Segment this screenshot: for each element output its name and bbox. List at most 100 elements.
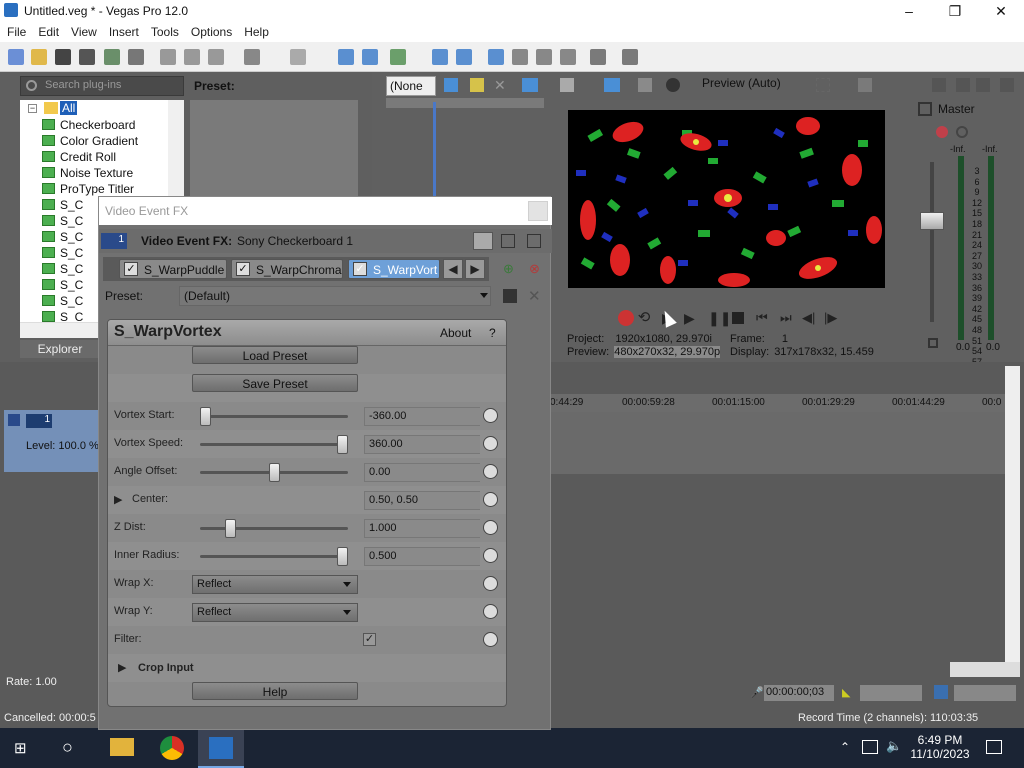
master-fx-icon[interactable]: [936, 126, 948, 138]
track-level[interactable]: Level: 100.0 %: [26, 440, 99, 452]
master-routing-icon[interactable]: [956, 78, 970, 92]
plugin-item[interactable]: S_C: [42, 246, 83, 260]
previous-frame-icon[interactable]: ◀|: [802, 310, 818, 326]
record-icon[interactable]: [618, 310, 634, 326]
show-hidden-icons[interactable]: ⌃: [840, 740, 850, 754]
go-to-end-icon[interactable]: ⏭: [780, 310, 796, 326]
z-dist-knob[interactable]: [224, 519, 236, 538]
ignore-grouping-icon[interactable]: [488, 49, 504, 65]
timeline-vertical-scrollbar[interactable]: [1005, 366, 1020, 664]
menu-insert[interactable]: Insert: [102, 22, 144, 39]
vegas-taskbar-button[interactable]: [198, 728, 244, 768]
master-fader[interactable]: [920, 212, 944, 230]
redo-icon[interactable]: [290, 49, 306, 65]
selection-icon[interactable]: [536, 49, 552, 65]
whats-this-help-icon[interactable]: [622, 49, 638, 65]
filter-checkbox[interactable]: ✓: [363, 633, 376, 646]
center-expand-icon[interactable]: ▶: [114, 493, 122, 506]
fx-close-button[interactable]: [528, 201, 548, 221]
help-button[interactable]: Help: [192, 682, 358, 700]
trimmer-tool-icon[interactable]: [444, 78, 458, 92]
crop-input-expand-icon[interactable]: ▶: [118, 661, 126, 674]
plugin-item[interactable]: S_C: [42, 230, 83, 244]
menu-edit[interactable]: Edit: [31, 22, 64, 39]
vortex-speed-slider[interactable]: [200, 443, 348, 446]
inner-radius-keyframe-icon[interactable]: [483, 548, 498, 563]
plugin-item[interactable]: Color Gradient: [42, 134, 138, 148]
chain-fx-warp-vortex[interactable]: ✓ S_WarpVort: [348, 259, 440, 279]
chain-fx-warp-puddle[interactable]: ✓ S_WarpPuddle: [119, 259, 227, 279]
timeline-track-area[interactable]: [550, 412, 1006, 474]
track-header[interactable]: 1 Level: 100.0 %: [4, 410, 109, 472]
remove-plugin-icon[interactable]: ⊗: [529, 261, 545, 277]
delete-preset-icon[interactable]: ✕: [528, 287, 544, 305]
menu-tools[interactable]: Tools: [144, 22, 184, 39]
help-question-button[interactable]: ?: [489, 326, 496, 340]
z-dist-value[interactable]: 1.000: [364, 519, 480, 538]
wrap-y-keyframe-icon[interactable]: [483, 604, 498, 619]
snapping-icon[interactable]: [390, 49, 406, 65]
plugin-item[interactable]: S_C: [42, 214, 83, 228]
vortex-start-keyframe-icon[interactable]: [483, 408, 498, 423]
next-frame-icon[interactable]: |▶: [824, 310, 840, 326]
plugin-item[interactable]: S_C: [42, 294, 83, 308]
plugin-item[interactable]: S_C: [42, 278, 83, 292]
wrap-x-keyframe-icon[interactable]: [483, 576, 498, 591]
trimmer-marker-icon[interactable]: [470, 78, 484, 92]
fx-preset-dropdown-arrow-icon[interactable]: [480, 293, 488, 298]
vortex-speed-knob[interactable]: [337, 435, 348, 454]
downmix-icon[interactable]: [976, 78, 990, 92]
volume-icon[interactable]: 🔈: [886, 738, 902, 754]
plugin-item[interactable]: S_C: [42, 262, 83, 276]
save-preset-button[interactable]: Save Preset: [192, 374, 358, 392]
chrome-icon[interactable]: [160, 736, 184, 760]
render-icon[interactable]: [104, 49, 120, 65]
trimmer-monitor-icon[interactable]: [522, 78, 538, 92]
close-button[interactable]: ✕: [978, 0, 1024, 22]
vortex-start-value[interactable]: -360.00: [364, 407, 480, 426]
center-value[interactable]: 0.50, 0.50: [364, 491, 480, 510]
stop-icon[interactable]: [732, 312, 744, 324]
wrap-y-dropdown[interactable]: Reflect: [192, 603, 358, 622]
menu-help[interactable]: Help: [237, 22, 274, 39]
about-button[interactable]: About: [440, 326, 471, 340]
search-input[interactable]: Search plug-ins: [20, 76, 184, 96]
crop-input-group[interactable]: ▶ Crop Input: [108, 654, 506, 682]
vortex-start-slider[interactable]: [200, 415, 348, 418]
center-keyframe-icon[interactable]: [483, 492, 498, 507]
file-explorer-icon[interactable]: [110, 738, 134, 756]
tools-icon[interactable]: [590, 49, 606, 65]
marker-icon[interactable]: ◣: [842, 686, 854, 699]
trimmer-clear-icon[interactable]: ✕: [494, 78, 508, 92]
vortex-speed-keyframe-icon[interactable]: [483, 436, 498, 451]
minimize-button[interactable]: –: [886, 0, 932, 22]
menu-view[interactable]: View: [64, 22, 102, 39]
track-collapse-icon[interactable]: [8, 414, 20, 426]
save-icon[interactable]: [55, 49, 71, 65]
vortex-speed-value[interactable]: 360.00: [364, 435, 480, 454]
split-screen-icon[interactable]: [638, 78, 652, 92]
filter-keyframe-icon[interactable]: [483, 632, 498, 647]
auto-ripple-icon[interactable]: [432, 49, 448, 65]
open-icon[interactable]: [31, 49, 47, 65]
undo-icon[interactable]: [244, 49, 260, 65]
z-dist-keyframe-icon[interactable]: [483, 520, 498, 535]
new-icon[interactable]: [8, 49, 24, 65]
plugin-item[interactable]: S_C: [42, 198, 83, 212]
plugin-item[interactable]: Checkerboard: [42, 118, 135, 132]
plugin-item[interactable]: Noise Texture: [42, 166, 133, 180]
network-icon[interactable]: [862, 740, 878, 754]
pause-icon[interactable]: ❚❚: [708, 310, 731, 326]
inner-radius-value[interactable]: 0.500: [364, 547, 480, 566]
collapse-icon[interactable]: −: [28, 104, 37, 113]
timeline-ruler[interactable]: 0:44:29 00:00:59:28 00:01:15:00 00:01:29…: [550, 394, 1006, 412]
lock-envelopes-icon[interactable]: [456, 49, 472, 65]
external-monitor-icon[interactable]: [604, 78, 620, 92]
menu-options[interactable]: Options: [184, 22, 237, 39]
fx-view-list-icon[interactable]: [501, 234, 515, 248]
angle-offset-knob[interactable]: [268, 463, 280, 482]
loop-region-icon[interactable]: [934, 685, 948, 699]
dim-output-icon[interactable]: [1000, 78, 1014, 92]
menu-file[interactable]: File: [0, 22, 31, 39]
maximize-button[interactable]: ❐: [932, 0, 978, 22]
